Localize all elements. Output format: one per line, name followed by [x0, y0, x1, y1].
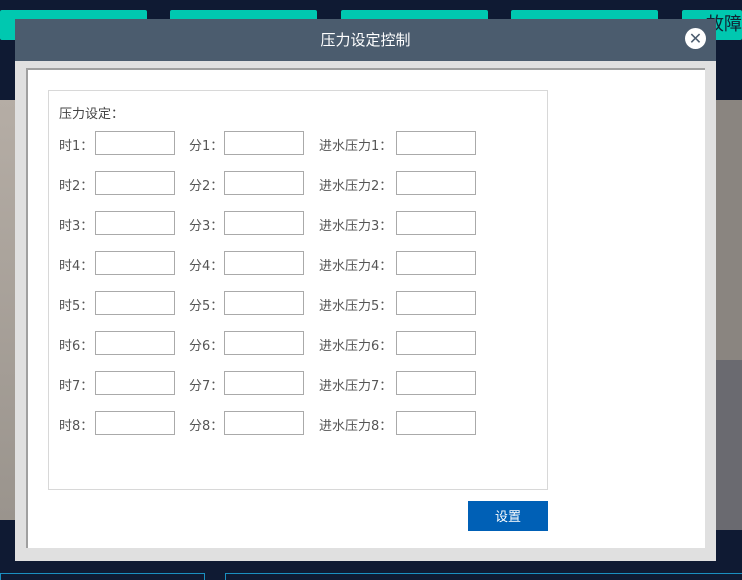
- pressure-label: 进水压力6：: [319, 339, 393, 354]
- hour-label: 时2：: [59, 179, 94, 194]
- pressure-input-1[interactable]: [396, 131, 476, 155]
- dialog-title: 压力设定控制: [320, 31, 411, 49]
- hour-label: 时6：: [59, 339, 94, 354]
- minute-input-1[interactable]: [224, 131, 304, 155]
- background-image-left: [0, 100, 15, 520]
- hour-label: 时4：: [59, 259, 94, 274]
- section-label: 压力设定：: [59, 107, 125, 122]
- minute-input-4[interactable]: [224, 251, 304, 275]
- hour-input-4[interactable]: [95, 251, 175, 275]
- minute-label: 分6：: [189, 339, 224, 354]
- dialog-header: 压力设定控制 ✕: [15, 19, 716, 61]
- pressure-input-4[interactable]: [396, 251, 476, 275]
- pressure-input-2[interactable]: [396, 171, 476, 195]
- pressure-input-3[interactable]: [396, 211, 476, 235]
- minute-input-2[interactable]: [224, 171, 304, 195]
- minute-label: 分8：: [189, 419, 224, 434]
- hour-input-3[interactable]: [95, 211, 175, 235]
- minute-label: 分2：: [189, 179, 224, 194]
- dialog-body: 压力设定： 时1： 分1： 进水压力1： 时2： 分2： 进水压力2： 时3： …: [26, 68, 705, 548]
- pressure-label: 进水压力3：: [319, 219, 393, 234]
- pressure-label: 进水压力7：: [319, 379, 393, 394]
- pressure-label: 进水压力1：: [319, 139, 393, 154]
- set-button[interactable]: 设置: [468, 501, 548, 531]
- minute-input-3[interactable]: [224, 211, 304, 235]
- hour-label: 时3：: [59, 219, 94, 234]
- hour-input-8[interactable]: [95, 411, 175, 435]
- pressure-settings-group: 压力设定： 时1： 分1： 进水压力1： 时2： 分2： 进水压力2： 时3： …: [48, 90, 548, 490]
- hour-input-7[interactable]: [95, 371, 175, 395]
- hour-label: 时1：: [59, 139, 94, 154]
- minute-label: 分3：: [189, 219, 224, 234]
- hour-input-6[interactable]: [95, 331, 175, 355]
- pressure-input-7[interactable]: [396, 371, 476, 395]
- minute-input-8[interactable]: [224, 411, 304, 435]
- minute-input-7[interactable]: [224, 371, 304, 395]
- hour-label: 时7：: [59, 379, 94, 394]
- hour-label: 时5：: [59, 299, 94, 314]
- minute-input-5[interactable]: [224, 291, 304, 315]
- minute-label: 分4：: [189, 259, 224, 274]
- pressure-label: 进水压力4：: [319, 259, 393, 274]
- pressure-label: 进水压力2：: [319, 179, 393, 194]
- pressure-label: 进水压力5：: [319, 299, 393, 314]
- hour-input-5[interactable]: [95, 291, 175, 315]
- hour-input-1[interactable]: [95, 131, 175, 155]
- hour-input-2[interactable]: [95, 171, 175, 195]
- pressure-input-8[interactable]: [396, 411, 476, 435]
- pressure-input-5[interactable]: [396, 291, 476, 315]
- minute-label: 分7：: [189, 379, 224, 394]
- background-image-right: [716, 360, 742, 530]
- close-icon[interactable]: ✕: [685, 28, 706, 49]
- pressure-label: 进水压力8：: [319, 419, 393, 434]
- pressure-settings-dialog: 压力设定控制 ✕ 压力设定： 时1： 分1： 进水压力1： 时2： 分2： 进水…: [15, 19, 716, 561]
- minute-label: 分5：: [189, 299, 224, 314]
- minute-label: 分1：: [189, 139, 224, 154]
- minute-input-6[interactable]: [224, 331, 304, 355]
- hour-label: 时8：: [59, 419, 94, 434]
- pressure-input-6[interactable]: [396, 331, 476, 355]
